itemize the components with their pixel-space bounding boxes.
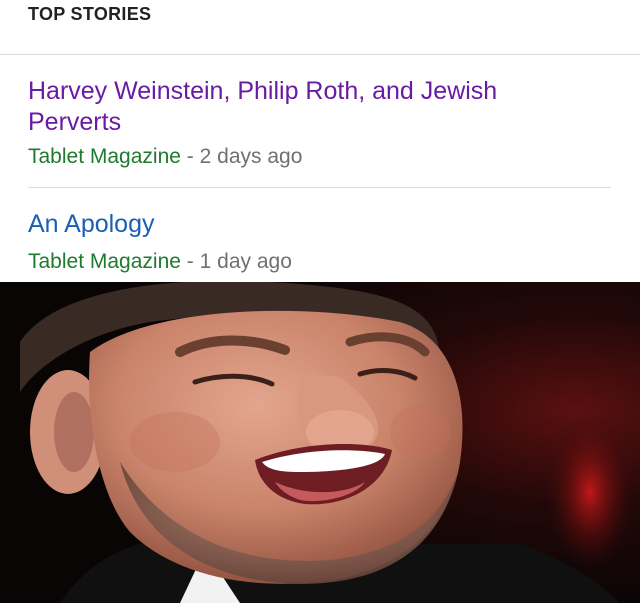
- portrait-illustration: [0, 282, 640, 603]
- story-item[interactable]: An Apology Tablet Magazine - 1 day ago: [28, 209, 588, 275]
- story-source: Tablet Magazine: [28, 250, 181, 273]
- top-stories-card: TOP STORIES Harvey Weinstein, Philip Rot…: [0, 0, 640, 282]
- story-title-link[interactable]: An Apology: [28, 209, 588, 240]
- meta-separator: -: [186, 145, 194, 168]
- story-meta: Tablet Magazine - 2 days ago: [28, 144, 588, 170]
- story-title-link[interactable]: Harvey Weinstein, Philip Roth, and Jewis…: [28, 76, 588, 138]
- story-age: 1 day ago: [199, 250, 292, 273]
- meta-separator: -: [186, 250, 194, 273]
- story-age: 2 days ago: [199, 145, 303, 168]
- portrait-photo: [0, 282, 640, 603]
- header-divider: [0, 54, 640, 55]
- story-meta: Tablet Magazine - 1 day ago: [28, 249, 588, 275]
- story-divider: [28, 187, 611, 188]
- story-source: Tablet Magazine: [28, 145, 181, 168]
- story-item[interactable]: Harvey Weinstein, Philip Roth, and Jewis…: [28, 76, 588, 170]
- section-header: TOP STORIES: [28, 4, 152, 24]
